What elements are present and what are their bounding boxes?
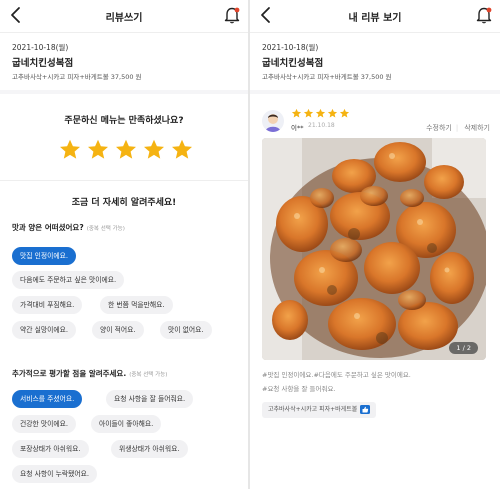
option-chip[interactable]: 다음에도 주문하고 싶은 맛이에요.	[12, 271, 125, 289]
divider	[250, 32, 500, 33]
avatar	[262, 110, 284, 132]
star-icon	[339, 108, 350, 118]
write-review-screen: 리뷰쓰기 2021-10-18(월) 굽네치킨성복점 고추바사삭+시카고 피자+…	[0, 0, 248, 489]
delete-review-link[interactable]: 삭제하기	[464, 124, 490, 132]
top-bar: 리뷰쓰기	[0, 0, 248, 32]
option-chip[interactable]: 맛집 인정이에요.	[12, 247, 77, 265]
star-icon	[303, 108, 314, 118]
extra-label: 추가적으로 평가할 점을 알려주세요.	[12, 369, 127, 378]
star-icon	[60, 139, 80, 159]
thumbs-up-icon	[360, 405, 371, 414]
review-date: 21.10.18	[308, 122, 335, 129]
option-chip[interactable]: 한 번쯤 먹을만해요.	[100, 296, 173, 314]
edit-review-link[interactable]: 수정하기	[426, 124, 452, 132]
reviewer-name: 이**	[291, 124, 304, 132]
taste-section-label: 맛과 양은 어떠셨어요? (중복 선택 가능)	[12, 222, 125, 233]
section-divider	[250, 90, 500, 94]
review-rating-stars	[291, 108, 350, 119]
option-chip[interactable]: 맛이 없어요.	[160, 321, 212, 339]
page-title: 내 리뷰 보기	[348, 13, 402, 24]
menu-chip: 고추바사삭+시카고 피자+바게트볼	[262, 402, 377, 418]
my-review-screen: 내 리뷰 보기 2021-10-18(월) 굽네치킨성복점 고추바사삭+시카고 …	[250, 0, 500, 489]
divider	[0, 180, 248, 181]
option-chip[interactable]: 약간 실망이에요.	[12, 321, 77, 339]
taste-hint: (중복 선택 가능)	[86, 226, 125, 232]
option-chip[interactable]: 요청 사항이 누락됐어요.	[12, 465, 98, 483]
rating-stars[interactable]	[58, 138, 194, 162]
menu-chip-label: 고추바사삭+시카고 피자+바게트볼	[268, 406, 358, 413]
option-chip[interactable]: 위생상태가 아쉬워요.	[111, 440, 188, 458]
option-chip[interactable]: 요청 사항을 잘 들어줘요.	[106, 390, 194, 408]
bell-icon[interactable]	[222, 5, 242, 25]
photo-pager: 1 / 2	[449, 342, 478, 354]
divider	[0, 32, 248, 33]
order-menu: 고추바사삭+시카고 피자+바게트볼 37,500 원	[262, 73, 392, 81]
bell-icon[interactable]	[474, 5, 494, 25]
store-name: 굽네치킨성복점	[12, 58, 74, 69]
order-menu: 고추바사삭+시카고 피자+바게트볼 37,500 원	[12, 73, 142, 81]
extra-section-label: 추가적으로 평가할 점을 알려주세요. (중복 선택 가능)	[12, 368, 167, 379]
review-tags-line: #맛집 인정이에요.#다음에도 주문하고 싶은 맛이에요.	[262, 371, 411, 379]
option-chip[interactable]: 양이 적어요.	[92, 321, 144, 339]
order-date: 2021-10-18(월)	[12, 43, 69, 52]
top-bar: 내 리뷰 보기	[250, 0, 500, 32]
order-date: 2021-10-18(월)	[262, 43, 319, 52]
review-tags: #맛집 인정이에요.#다음에도 주문하고 싶은 맛이에요. #요청 사항을 잘 …	[262, 368, 490, 396]
option-chip[interactable]: 가격대비 푸짐해요.	[12, 296, 83, 314]
review-photo[interactable]: 1 / 2	[262, 138, 486, 360]
star-icon	[315, 108, 326, 118]
separator: |	[455, 124, 459, 132]
option-chip[interactable]: 건강한 맛이에요.	[12, 415, 77, 433]
avatar-icon	[265, 114, 281, 132]
star-icon	[172, 139, 192, 159]
taste-label: 맛과 양은 어떠셨어요?	[12, 223, 84, 232]
option-chip[interactable]: 서비스를 주셨어요.	[12, 390, 83, 408]
detail-question: 조금 더 자세히 알려주세요!	[71, 198, 177, 208]
section-divider	[0, 90, 248, 94]
star-icon	[144, 139, 164, 159]
star-icon	[116, 139, 136, 159]
review-tags-line: #요청 사항을 잘 들어줘요.	[262, 385, 336, 393]
store-name: 굽네치킨성복점	[262, 58, 324, 69]
fried-chicken-image	[262, 138, 486, 360]
option-chip[interactable]: 포장상태가 아쉬워요.	[12, 440, 89, 458]
page-title: 리뷰쓰기	[105, 13, 143, 24]
extra-hint: (중복 선택 가능)	[129, 372, 168, 378]
review-actions: 수정하기 | 삭제하기	[420, 123, 490, 133]
star-icon	[88, 139, 108, 159]
star-icon	[327, 108, 338, 118]
star-icon	[291, 108, 302, 118]
satisfaction-question: 주문하신 메뉴는 만족하셨나요?	[64, 116, 184, 126]
option-chip[interactable]: 아이들이 좋아해요.	[91, 415, 162, 433]
